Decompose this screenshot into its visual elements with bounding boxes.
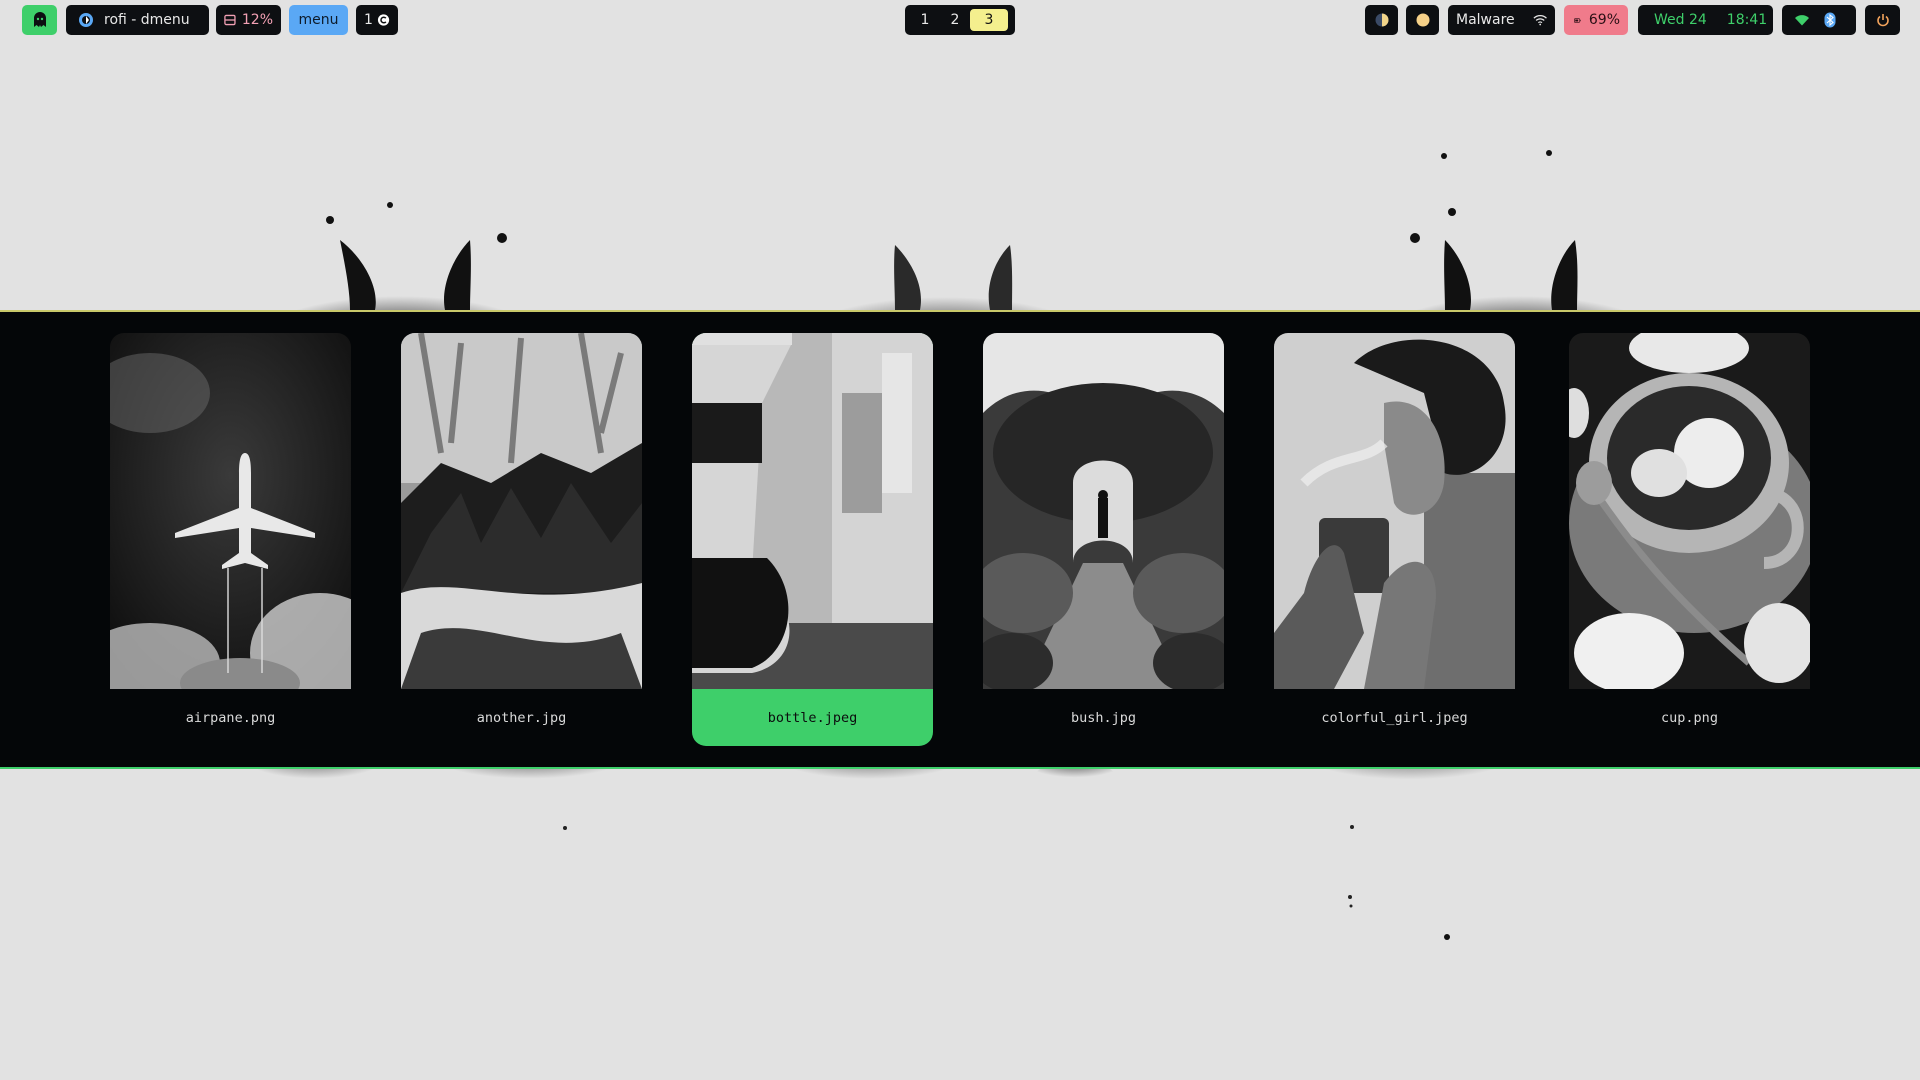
rofi-wallpaper-picker: airpane.png another.jpg bottle.jpeg bush… — [0, 310, 1920, 769]
clock-time: 18:41 — [1726, 12, 1768, 28]
thumbnail-cup — [1569, 333, 1810, 689]
wallpaper-item[interactable]: colorful_girl.jpeg — [1274, 333, 1515, 746]
wifi-icon — [1533, 15, 1547, 26]
menu-label: menu — [298, 12, 339, 28]
workspaces: 1 2 3 — [905, 5, 1015, 35]
wallpaper-item-selected[interactable]: bottle.jpeg — [692, 333, 933, 746]
network-module[interactable]: Malware — [1448, 5, 1555, 35]
app-icon — [79, 13, 93, 27]
wallpaper-filename: cup.png — [1661, 709, 1718, 726]
thumbnail-girl-drinking — [1274, 333, 1515, 689]
active-window[interactable]: rofi - dmenu — [66, 5, 209, 35]
wallpaper-filename: another.jpg — [476, 709, 567, 726]
workspace-3[interactable]: 3 — [970, 9, 1008, 31]
half-circle-icon — [1375, 13, 1388, 27]
connectivity-module — [1782, 5, 1856, 35]
launcher-button[interactable] — [22, 5, 57, 35]
workspace-1[interactable]: 1 — [910, 9, 940, 31]
wallpaper-item[interactable]: airpane.png — [110, 333, 351, 746]
wallpaper-filename: bush.jpg — [1070, 709, 1137, 726]
wallpaper-item[interactable]: another.jpg — [401, 333, 642, 746]
network-name: Malware — [1456, 12, 1515, 28]
sun-dot-icon — [1416, 13, 1429, 27]
workspace-2[interactable]: 2 — [940, 9, 970, 31]
power-icon — [1876, 14, 1889, 27]
clock-module[interactable]: Wed 24 18:41 — [1638, 5, 1773, 35]
memory-icon — [224, 14, 236, 26]
top-bar: rofi - dmenu 12% menu 1 1 2 3 Malware 69… — [0, 5, 1920, 35]
updates-count: 1 — [364, 12, 373, 28]
wallpaper-filename: colorful_girl.jpeg — [1321, 709, 1468, 726]
memory-module[interactable]: 12% — [216, 5, 281, 35]
updates-icon — [377, 14, 390, 26]
updates-module[interactable]: 1 — [356, 5, 398, 35]
bluetooth-icon[interactable] — [1824, 12, 1836, 28]
wallpaper-item[interactable]: cup.png — [1569, 333, 1810, 746]
menu-button[interactable]: menu — [289, 5, 348, 35]
wallpaper-item[interactable]: bush.jpg — [983, 333, 1224, 746]
nightlight-toggle[interactable] — [1406, 5, 1439, 35]
thumbnail-bottle — [692, 333, 933, 689]
wallpaper-filename: airpane.png — [185, 709, 276, 726]
ghost-icon — [33, 12, 46, 27]
memory-value: 12% — [241, 12, 273, 28]
clock-date: Wed 24 — [1654, 12, 1707, 28]
battery-icon — [1574, 17, 1581, 23]
thumbnail-airplane — [110, 333, 351, 689]
wallpaper-filename: bottle.jpeg — [767, 709, 858, 726]
wifi-icon[interactable] — [1794, 14, 1810, 26]
thumbnail-forest-figures — [401, 333, 642, 689]
window-title: rofi - dmenu — [104, 12, 190, 28]
thumbnail-garden-path — [983, 333, 1224, 689]
battery-value: 69% — [1588, 12, 1620, 28]
power-button[interactable] — [1865, 5, 1900, 35]
battery-module[interactable]: 69% — [1564, 5, 1628, 35]
theme-toggle[interactable] — [1365, 5, 1398, 35]
